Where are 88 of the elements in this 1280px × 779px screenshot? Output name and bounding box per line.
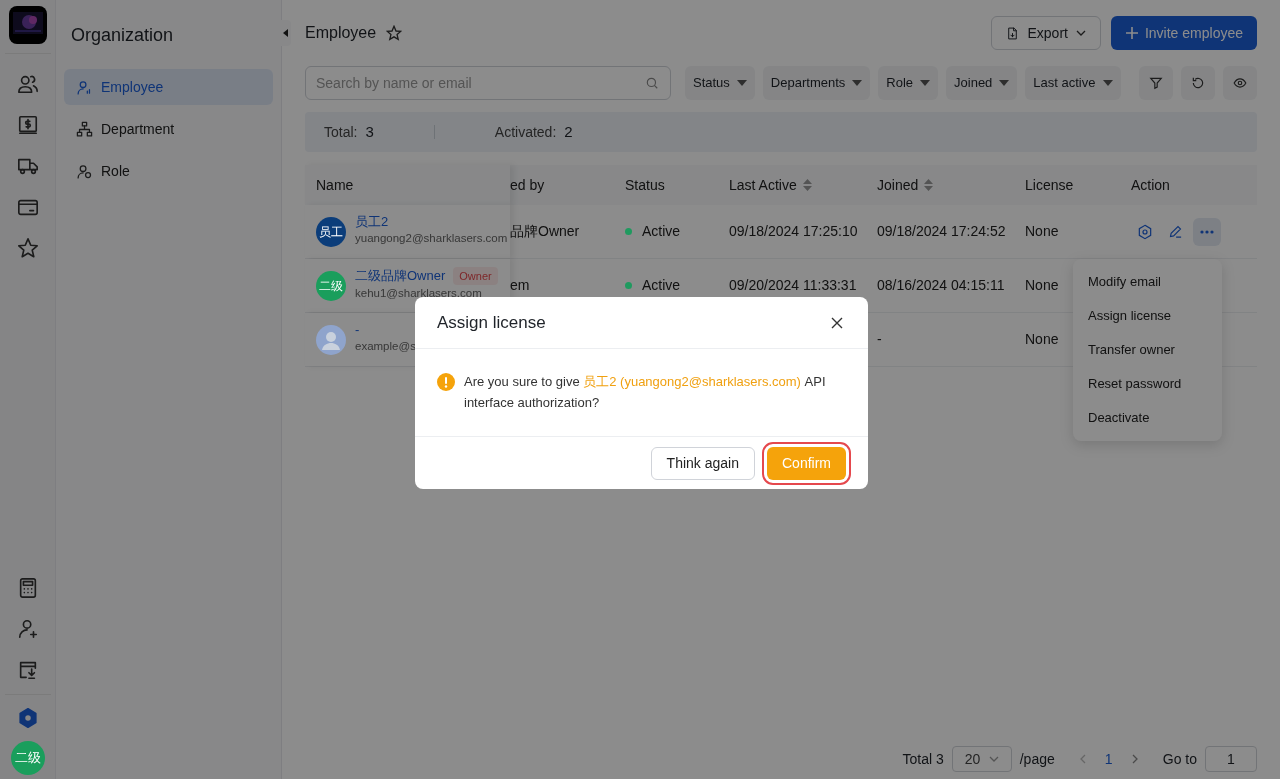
menu-item[interactable]: Reset password <box>1073 366 1222 401</box>
caret-icon <box>736 80 747 86</box>
org-chart-icon <box>76 120 93 138</box>
dialog-title: Assign license <box>437 311 546 334</box>
table-cell: None <box>1025 277 1059 293</box>
dollar-book-icon[interactable] <box>16 114 39 136</box>
person-badge-icon <box>76 162 93 180</box>
settings-icon[interactable] <box>1137 223 1153 240</box>
edit-icon[interactable] <box>1167 224 1183 239</box>
avatar: 二级 <box>316 270 346 301</box>
goto-label: Go to <box>1162 749 1197 769</box>
chevron-icon <box>1075 28 1086 38</box>
column-header: ed by <box>510 175 545 195</box>
invite-button[interactable]: Invite employee <box>1110 16 1257 50</box>
table-cell: 08/16/2024 04:15:11 <box>877 277 1005 293</box>
menu-item[interactable]: Assign license <box>1073 298 1222 333</box>
filter-dropdown[interactable]: Last active <box>1025 66 1121 100</box>
stat-label: Total: <box>324 122 358 142</box>
column-header: Status <box>625 175 665 195</box>
chevron-icon <box>988 754 999 764</box>
page-number[interactable]: 1 <box>1094 748 1123 770</box>
page-title: Employee <box>305 23 377 43</box>
sidebar-item[interactable]: Employee <box>64 69 273 105</box>
stat-value: 2 <box>564 121 573 142</box>
column-header: Name <box>316 175 354 195</box>
person-icon <box>76 78 93 96</box>
user-avatar[interactable]: 二级 <box>10 741 45 775</box>
search-icon <box>645 76 659 90</box>
filter-dropdown[interactable]: Departments <box>762 66 871 100</box>
dialog-message: Are you sure to give 员工2 (yuangong2@sharklasers.com) API interface authorization? <box>464 373 827 412</box>
export-button[interactable]: Export <box>991 16 1101 50</box>
sidebar-item[interactable]: Department <box>64 111 273 147</box>
employee-name[interactable]: 员工2 <box>355 213 389 230</box>
eye-icon[interactable] <box>1223 66 1257 100</box>
employee-name[interactable]: - <box>355 321 360 338</box>
table-cell: None <box>1025 331 1059 347</box>
stat-value: 3 <box>365 121 374 142</box>
column-header: Last Active <box>729 175 797 195</box>
column-header: Joined <box>877 175 919 195</box>
table-cell: 09/20/2024 11:33:31 <box>729 277 857 293</box>
refresh-icon[interactable] <box>1181 66 1215 100</box>
table-cell: 09/18/2024 17:24:52 <box>877 223 1006 239</box>
page-size-select[interactable]: 20 <box>951 746 1012 772</box>
caret-icon <box>1102 80 1113 86</box>
filter-dropdown[interactable]: Joined <box>946 66 1018 100</box>
file-export-icon <box>1006 26 1020 40</box>
collapse-handle[interactable] <box>281 20 291 46</box>
avatar: 员工 <box>316 216 346 247</box>
next-page-icon[interactable] <box>1130 754 1139 764</box>
column-header: License <box>1025 175 1074 195</box>
employee-email: yuangong2@sharklasers.com <box>355 230 508 246</box>
settings-icon[interactable] <box>16 707 39 729</box>
add-user-icon[interactable] <box>16 618 39 640</box>
caret-icon <box>852 80 863 86</box>
status-text: Active <box>642 276 681 295</box>
sidebar-item[interactable]: Role <box>64 153 273 189</box>
per-page-label: /page <box>1019 749 1055 769</box>
plus-icon <box>1124 26 1139 40</box>
stat-label: Activated: <box>494 122 557 142</box>
caret-icon <box>999 80 1010 86</box>
filter-dropdown[interactable]: Role <box>878 66 939 100</box>
people-icon[interactable] <box>16 73 39 95</box>
owner-badge: Owner <box>453 266 498 285</box>
sidebar-title: Organization <box>70 24 175 47</box>
filter-icon[interactable] <box>1139 66 1173 100</box>
employee-email: example@s <box>355 338 416 354</box>
star-icon[interactable] <box>386 25 403 41</box>
menu-item[interactable]: Transfer owner <box>1073 332 1222 367</box>
more-icon <box>1200 229 1214 234</box>
employee-name[interactable]: 二级品牌Owner <box>355 267 446 284</box>
status-text: Active <box>642 222 681 241</box>
table-cell: em <box>510 277 530 293</box>
logo[interactable] <box>8 6 47 44</box>
table-cell: None <box>1025 223 1059 239</box>
cancel-button[interactable]: Think again <box>650 446 755 480</box>
caret-icon <box>920 80 931 86</box>
filter-dropdown[interactable]: Status <box>685 66 755 100</box>
employee-email: kehu1@sharklasers.com <box>355 285 483 301</box>
pagination-total: Total 3 <box>902 749 944 769</box>
star-icon[interactable] <box>16 237 39 259</box>
warning-icon <box>437 373 455 391</box>
table-cell: 品牌Owner <box>510 223 580 239</box>
goto-field[interactable]: 1 <box>1205 746 1257 772</box>
menu-item[interactable]: Modify email <box>1073 264 1222 299</box>
table-cell: - <box>877 331 882 347</box>
menu-item[interactable]: Deactivate <box>1073 400 1222 435</box>
column-header: Action <box>1131 175 1170 195</box>
table-cell: 09/18/2024 17:25:10 <box>729 223 858 239</box>
